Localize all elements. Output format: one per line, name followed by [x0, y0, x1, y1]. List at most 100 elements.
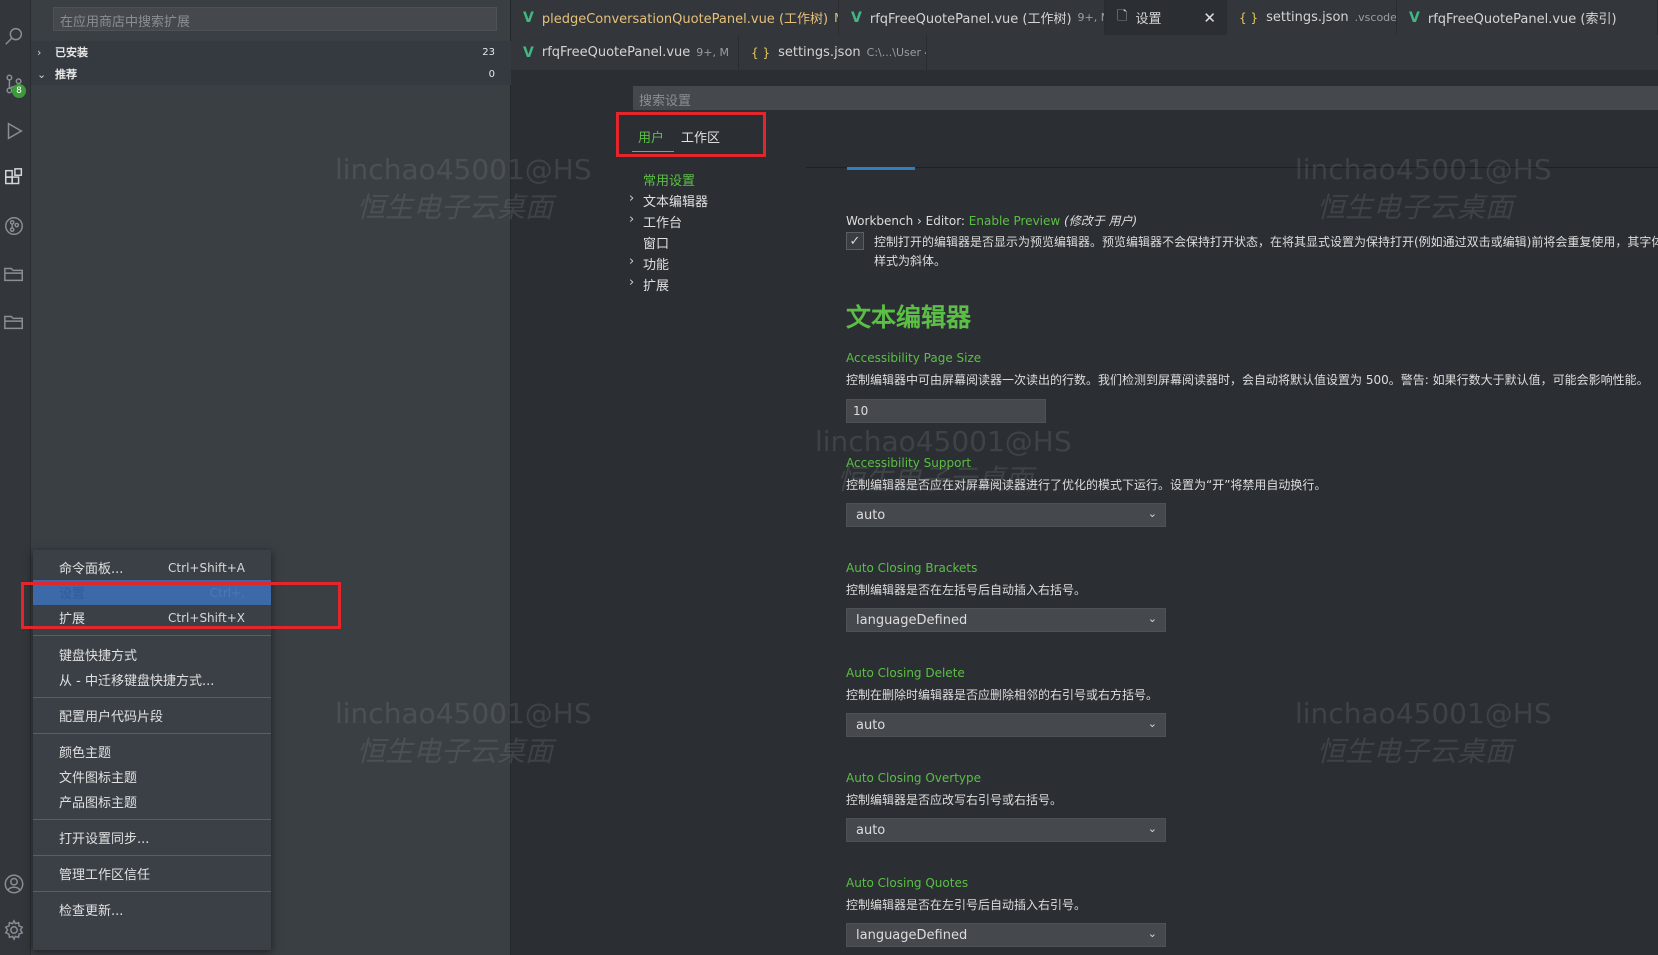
menu-separator: [33, 855, 271, 856]
tab-status: 9+, M: [1077, 11, 1104, 24]
account-icon[interactable]: [0, 866, 28, 902]
extensions-icon[interactable]: [0, 160, 28, 196]
tab-label: 设置: [1135, 12, 1162, 27]
menu-item-label: 产品图标主题: [59, 796, 138, 811]
toc-label: 文本编辑器: [643, 195, 709, 210]
tab-rfq-free-quote-index[interactable]: V rfqFreeQuotePanel.vue (索引): [1397, 0, 1658, 35]
select-value: auto: [856, 508, 886, 523]
tab-label: rfqFreeQuotePanel.vue (索引): [1427, 12, 1617, 27]
json-file-icon: { }: [751, 45, 771, 60]
chevron-down-icon: ⌄: [1147, 822, 1157, 835]
section-recommended[interactable]: ⌄ 推荐 0: [31, 63, 511, 85]
enable-preview-checkbox[interactable]: ✓: [846, 232, 864, 250]
accessibility-page-size-input[interactable]: 10: [846, 399, 1046, 423]
setting-description: 控制在删除时编辑器是否应删除相邻的右引号或右方括号。: [846, 688, 1159, 702]
menu-item-label: 管理工作区信任: [59, 868, 151, 883]
tab-status: C:\...\User 4: [866, 46, 927, 59]
tab-label: rfqFreeQuotePanel.vue (工作树): [869, 12, 1072, 27]
menu-item-label: 配置用户代码片段: [59, 710, 164, 725]
setting-title: Auto Closing Overtype: [846, 771, 982, 785]
section-installed[interactable]: › 已安装 23: [31, 41, 511, 63]
chevron-right-icon: ›: [37, 45, 42, 59]
menu-item-color-theme[interactable]: 颜色主题: [33, 739, 271, 764]
menu-separator: [33, 697, 271, 698]
menu-separator: [33, 733, 271, 734]
run-debug-icon[interactable]: [0, 113, 28, 149]
highlight-box-scope-tabs: [616, 112, 766, 157]
vue-file-icon: V: [851, 9, 862, 26]
toc-item-features[interactable]: › 功能: [629, 254, 669, 273]
menu-item-file-icon-theme[interactable]: 文件图标主题: [33, 764, 271, 789]
toc-item-common[interactable]: 常用设置: [643, 170, 695, 189]
menu-item-label: 颜色主题: [59, 746, 112, 761]
tab-label: rfqFreeQuotePanel.vue: [541, 45, 691, 60]
auto-closing-overtype-select[interactable]: auto ⌄: [846, 818, 1166, 842]
menu-item-label: 键盘快捷方式: [59, 649, 138, 664]
modified-indicator[interactable]: (修改于 用户): [1064, 214, 1137, 228]
highlight-box-settings-menu: [21, 582, 341, 629]
setting-category: Workbench › Editor:: [846, 214, 969, 228]
chevron-down-icon: ⌄: [1147, 507, 1157, 520]
chevron-down-icon: ⌄: [1147, 717, 1157, 730]
menu-item-user-snippets[interactable]: 配置用户代码片段: [33, 703, 271, 728]
menu-separator: [33, 891, 271, 892]
chevron-down-icon: ⌄: [1147, 927, 1157, 940]
setting-title: Auto Closing Brackets: [846, 561, 978, 575]
file-icon: 🗋: [1117, 8, 1128, 24]
tab-settings[interactable]: 🗋 设置 ✕: [1105, 0, 1227, 35]
menu-item-label: 文件图标主题: [59, 771, 138, 786]
menu-item-settings-sync[interactable]: 打开设置同步...: [33, 825, 271, 850]
menu-item-check-updates[interactable]: 检查更新...: [33, 897, 271, 922]
activity-bar: 8: [0, 0, 31, 955]
menu-item-label: 检查更新...: [59, 904, 124, 919]
setting-title: Auto Closing Quotes: [846, 876, 969, 890]
source-control-icon[interactable]: 8: [0, 66, 28, 102]
extensions-search-input[interactable]: 在应用商店中搜索扩展: [53, 7, 497, 31]
tab-status: .vscode 2: [1354, 11, 1397, 24]
chevron-down-icon: ⌄: [37, 67, 47, 81]
chevron-right-icon: ›: [629, 275, 635, 290]
setting-title: Accessibility Support: [846, 456, 972, 470]
tab-status: 9+, M: [696, 46, 729, 59]
menu-item-workspace-trust[interactable]: 管理工作区信任: [33, 861, 271, 886]
menu-item-migrate-shortcuts[interactable]: 从 - 中迁移键盘快捷方式...: [33, 667, 271, 692]
close-icon[interactable]: ✕: [1203, 9, 1216, 27]
toc-item-window[interactable]: 窗口: [643, 233, 669, 252]
select-value: auto: [856, 823, 886, 838]
chevron-right-icon: ›: [629, 191, 635, 206]
menu-item-label: 打开设置同步...: [59, 832, 150, 847]
setting-description: 控制打开的编辑器是否显示为预览编辑器。预览编辑器不会保持打开状态，在将其显式设置…: [874, 235, 1658, 249]
tab-label: settings.json: [778, 45, 861, 60]
auto-closing-quotes-select[interactable]: languageDefined ⌄: [846, 923, 1166, 947]
section-count: 0: [488, 68, 495, 80]
setting-description: 控制编辑器中可由屏幕阅读器一次读出的行数。我们检测到屏幕阅读器时，会自动将默认值…: [846, 373, 1649, 387]
chevron-right-icon: ›: [629, 254, 635, 269]
git-graph-icon[interactable]: [0, 208, 28, 244]
search-icon[interactable]: [0, 18, 28, 54]
tab-rfq-free-quote-worktree[interactable]: V rfqFreeQuotePanel.vue (工作树) 9+, M: [839, 0, 1105, 35]
menu-item-command-palette[interactable]: 命令面板... Ctrl+Shift+A: [33, 555, 271, 580]
gear-icon[interactable]: [0, 912, 28, 948]
header-divider: [806, 167, 1658, 168]
setting-title: Auto Closing Delete: [846, 666, 965, 680]
toc-item-workbench[interactable]: › 工作台: [629, 212, 682, 231]
auto-closing-delete-select[interactable]: auto ⌄: [846, 713, 1166, 737]
accessibility-support-select[interactable]: auto ⌄: [846, 503, 1166, 527]
menu-item-shortcut: Ctrl+Shift+A: [168, 560, 245, 575]
setting-description: 控制编辑器是否应在对屏幕阅读器进行了优化的模式下运行。设置为“开”将禁用自动换行…: [846, 478, 1327, 492]
auto-closing-brackets-select[interactable]: languageDefined ⌄: [846, 608, 1166, 632]
tab-rfq-free-quote[interactable]: V rfqFreeQuotePanel.vue 9+, M: [511, 35, 739, 70]
settings-search-input[interactable]: 搜索设置: [633, 86, 1658, 110]
menu-item-product-icon-theme[interactable]: 产品图标主题: [33, 789, 271, 814]
tab-settings-json-user[interactable]: { } settings.json C:\...\User 4: [739, 35, 927, 70]
folder-icon[interactable]: [0, 304, 28, 340]
menu-separator: [33, 635, 271, 636]
tab-label: pledgeConversationQuotePanel.vue (工作树): [541, 12, 829, 27]
menu-item-keyboard-shortcuts[interactable]: 键盘快捷方式: [33, 642, 271, 667]
toc-item-text-editor[interactable]: › 文本编辑器: [629, 191, 709, 210]
tab-label: settings.json: [1266, 10, 1349, 25]
toc-item-extensions[interactable]: › 扩展: [629, 275, 669, 294]
tab-pledge-conversation[interactable]: V pledgeConversationQuotePanel.vue (工作树)…: [511, 0, 839, 35]
folder-icon[interactable]: [0, 256, 28, 292]
tab-settings-json-vscode[interactable]: { } settings.json .vscode 2: [1227, 0, 1397, 35]
